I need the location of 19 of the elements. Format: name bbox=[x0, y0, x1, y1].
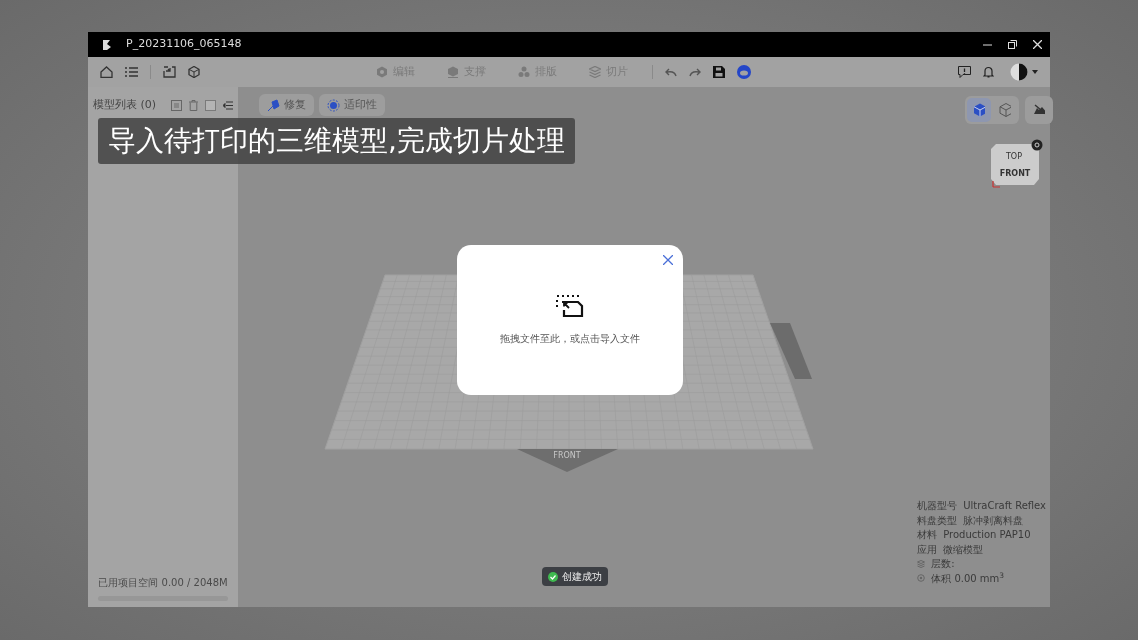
info-value: Production PAP10 bbox=[943, 528, 1031, 542]
video-caption: 导入待打印的三维模型,完成切片处理 bbox=[98, 118, 575, 164]
drop-hint-text: 拖拽文件至此，或点击导入文件 bbox=[500, 331, 640, 346]
info-label: 应用 bbox=[917, 542, 938, 556]
info-label: 机器型号 bbox=[917, 499, 958, 513]
volume-text: 体积 0.00 mm$^{3}$ bbox=[931, 571, 1005, 585]
tool-button[interactable]: 适印性 bbox=[319, 94, 385, 116]
layer-count-label: 层数: bbox=[931, 557, 955, 571]
model-list-title: 模型列表 (0) bbox=[93, 97, 157, 113]
storage-usage-text: 已用项目空间 0.00 / 2048M bbox=[97, 576, 229, 590]
view-cube-drawing: TOP FRONT bbox=[990, 139, 1044, 189]
tool-button[interactable]: 修复 bbox=[259, 94, 314, 116]
info-value: UltraCraft Reflex bbox=[963, 499, 1046, 513]
info-label: 料盘类型 bbox=[917, 513, 958, 527]
toast-message: 创建成功 bbox=[562, 570, 602, 584]
info-value: 脉冲剥离料盘 bbox=[963, 513, 1024, 527]
info-value: 微缩模型 bbox=[943, 542, 984, 556]
info-label: 材料 bbox=[917, 528, 938, 542]
window-title: P_20231106_065148 bbox=[126, 36, 242, 53]
